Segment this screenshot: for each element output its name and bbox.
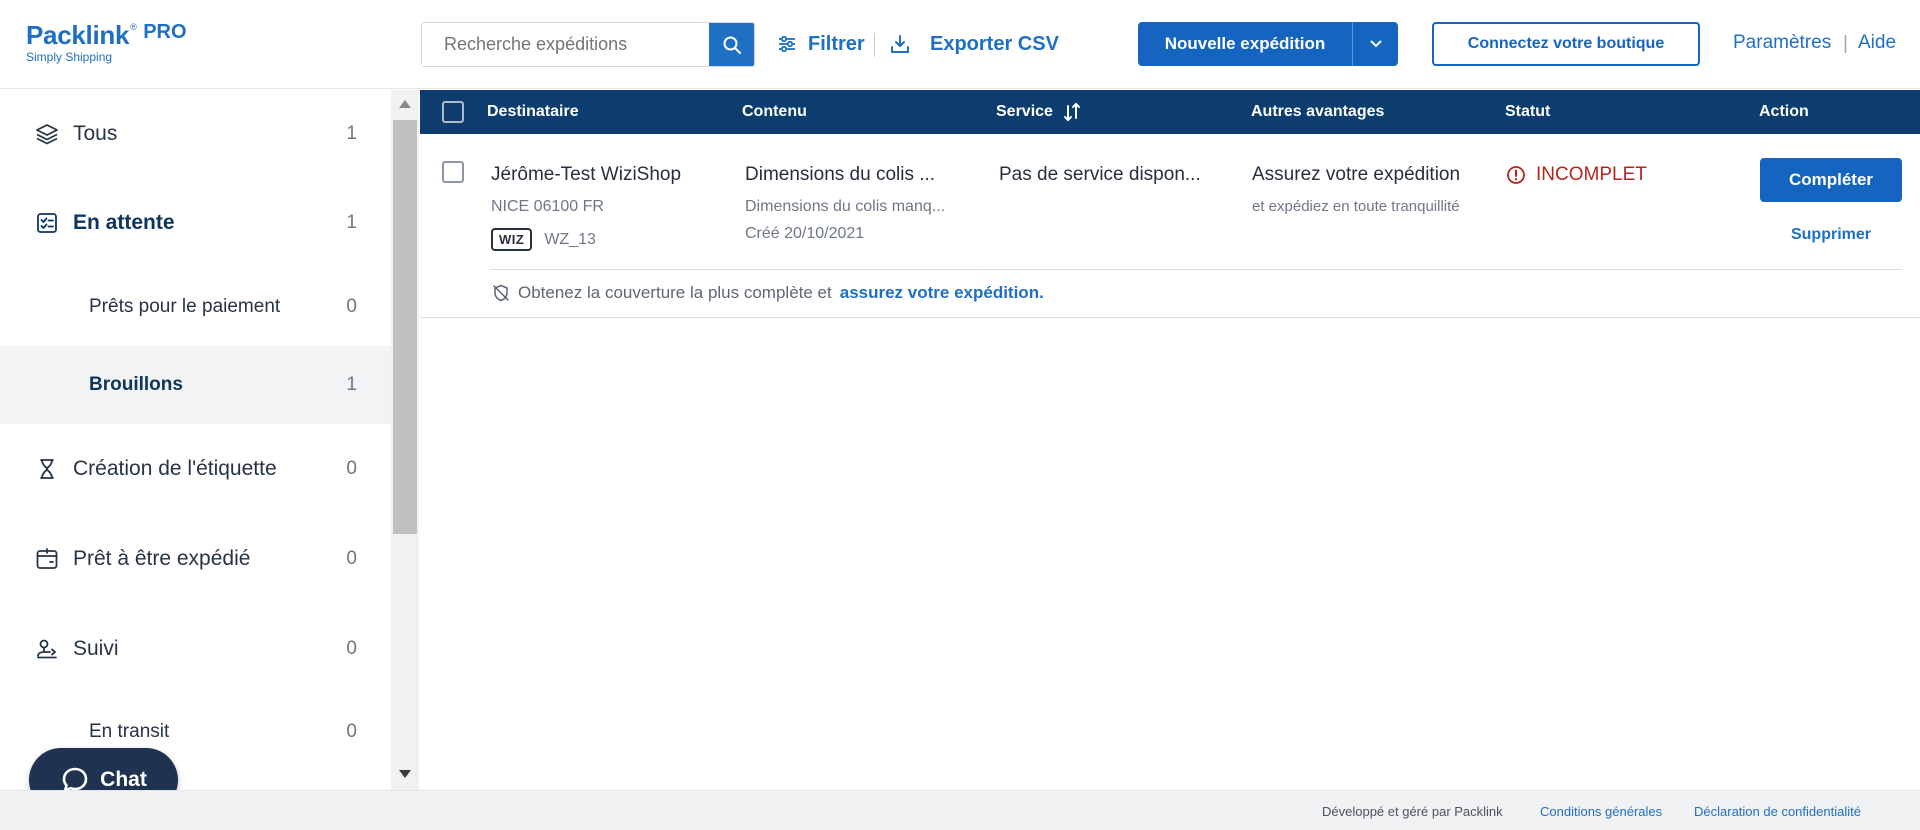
toolbar-divider [874,33,875,57]
chat-label: Chat [100,768,147,791]
store-badge: WIZ [491,228,533,251]
store-reference: WIZ WZ_13 [491,228,596,251]
sidebar-item-count: 1 [346,212,357,233]
sidebar-item-creation-etiquette[interactable]: Création de l'étiquette 0 [0,424,391,514]
new-shipment-button[interactable]: Nouvelle expédition [1138,22,1352,66]
scroll-down-arrow-icon[interactable] [399,770,411,778]
sidebar-item-label: Brouillons [89,374,183,395]
column-header-destinataire: Destinataire [487,103,579,120]
sidebar-item-label: Prêt à être expédié [73,547,251,570]
sidebar-item-count: 0 [346,296,357,317]
status-text: INCOMPLET [1536,164,1647,185]
logo-name: Packlink [26,20,130,50]
column-header-action: Action [1759,103,1809,120]
sidebar-item-count: 0 [346,548,357,569]
select-all-cell [442,90,464,134]
search-button[interactable] [709,23,754,66]
new-shipment-group: Nouvelle expédition [1138,22,1398,66]
privacy-link[interactable]: Déclaration de confidentialité [1694,804,1861,819]
filter-button[interactable]: Filtrer [778,26,865,62]
recipient-address: NICE 06100 FR [491,198,604,215]
footer: Développé et géré par Packlink Condition… [0,790,1920,830]
tracking-icon [34,636,60,662]
filter-label: Filtrer [808,32,865,55]
content-description: Dimensions du colis manq... [745,198,946,215]
row-checkbox[interactable] [442,161,464,183]
sidebar-item-label: Suivi [73,637,119,660]
insure-shipment-link[interactable]: assurez votre expédition. [840,283,1044,303]
search-box [421,22,755,67]
footer-credit: Développé et géré par Packlink [1322,804,1503,819]
delete-link[interactable]: Supprimer [1760,226,1902,244]
search-input[interactable] [422,23,709,66]
sidebar-item-pret-expedie[interactable]: Prêt à être expédié 0 [0,514,391,604]
service-value: Pas de service dispon... [999,164,1201,185]
sidebar-item-brouillons[interactable]: Brouillons 1 [0,346,391,424]
sidebar-item-label: En transit [89,721,170,742]
search-icon [723,36,741,54]
sidebar-item-count: 0 [346,721,357,742]
layers-icon [34,121,60,147]
row-divider [490,269,1902,270]
recipient-name: Jérôme-Test WiziShop [491,164,682,185]
logo-registered-mark: ® [130,22,137,32]
table-row[interactable]: Jérôme-Test WiziShop NICE 06100 FR WIZ W… [420,134,1920,318]
column-header-service-label: Service [996,103,1053,120]
column-header-service[interactable]: Service [996,90,1083,134]
download-icon [891,35,909,53]
sidebar-item-count: 0 [346,458,357,479]
top-header: Packlink® PRO Simply Shipping Filtrer Ex… [0,0,1920,89]
packlink-logo[interactable]: Packlink® PRO Simply Shipping [26,20,187,64]
sidebar-item-label: Tous [73,122,118,145]
settings-link[interactable]: Paramètres [1733,32,1831,54]
export-label: Exporter CSV [930,32,1059,55]
sidebar-item-label: Prêts pour le paiement [89,296,281,317]
box-icon [34,546,60,572]
order-reference: WZ_13 [544,230,596,248]
hourglass-icon [34,456,60,482]
sidebar-item-label: Création de l'étiquette [73,457,277,480]
sort-icon[interactable] [1061,101,1083,123]
sidebar-item-count: 1 [346,374,357,395]
header-links-separator: | [1843,33,1848,54]
help-link[interactable]: Aide [1858,32,1896,54]
sidebar-item-count: 1 [346,123,357,144]
sidebar-scrollbar[interactable] [391,90,419,790]
sidebar-item-suivi[interactable]: Suivi 0 [0,604,391,694]
sidebar: Tous 1 En attente 1 Prêts pour le paieme… [0,90,391,790]
sidebar-item-label: En attente [73,211,175,234]
terms-link[interactable]: Conditions générales [1540,804,1662,819]
shipments-table-header: Destinataire Contenu Service Autres avan… [420,90,1920,134]
column-header-contenu: Contenu [742,103,807,120]
connect-store-button[interactable]: Connectez votre boutique [1432,22,1700,66]
shield-off-icon [493,284,509,302]
status-badge: INCOMPLET [1506,164,1647,186]
chevron-down-icon [1369,40,1382,48]
content-title: Dimensions du colis ... [745,164,936,185]
scrollbar-thumb[interactable] [393,120,417,534]
export-csv-button[interactable]: Exporter CSV [890,26,1059,62]
column-header-statut: Statut [1505,103,1551,120]
row-select-cell [442,161,464,183]
sidebar-item-prets-paiement[interactable]: Prêts pour le paiement 0 [0,268,391,346]
sidebar-item-en-attente[interactable]: En attente 1 [0,178,391,268]
logo-tier: PRO [143,21,187,43]
select-all-checkbox[interactable] [442,101,464,123]
column-header-autres-avantages: Autres avantages [1251,103,1385,120]
checklist-icon [34,210,60,236]
sidebar-item-count: 0 [346,638,357,659]
coverage-notice: Obtenez la couverture la plus complète e… [492,283,1044,303]
logo-tagline: Simply Shipping [26,50,113,64]
coverage-text: Obtenez la couverture la plus complète e… [518,283,832,302]
benefit-title: Assurez votre expédition [1252,164,1461,185]
new-shipment-dropdown-button[interactable] [1352,22,1398,66]
sliders-icon [779,35,795,53]
alert-circle-icon [1507,166,1525,184]
scroll-up-arrow-icon[interactable] [399,100,411,108]
sidebar-item-tous[interactable]: Tous 1 [0,90,391,178]
benefit-description: et expédiez en toute tranquillité [1252,198,1460,215]
complete-button[interactable]: Compléter [1760,158,1902,202]
created-date: Créé 20/10/2021 [745,225,865,242]
